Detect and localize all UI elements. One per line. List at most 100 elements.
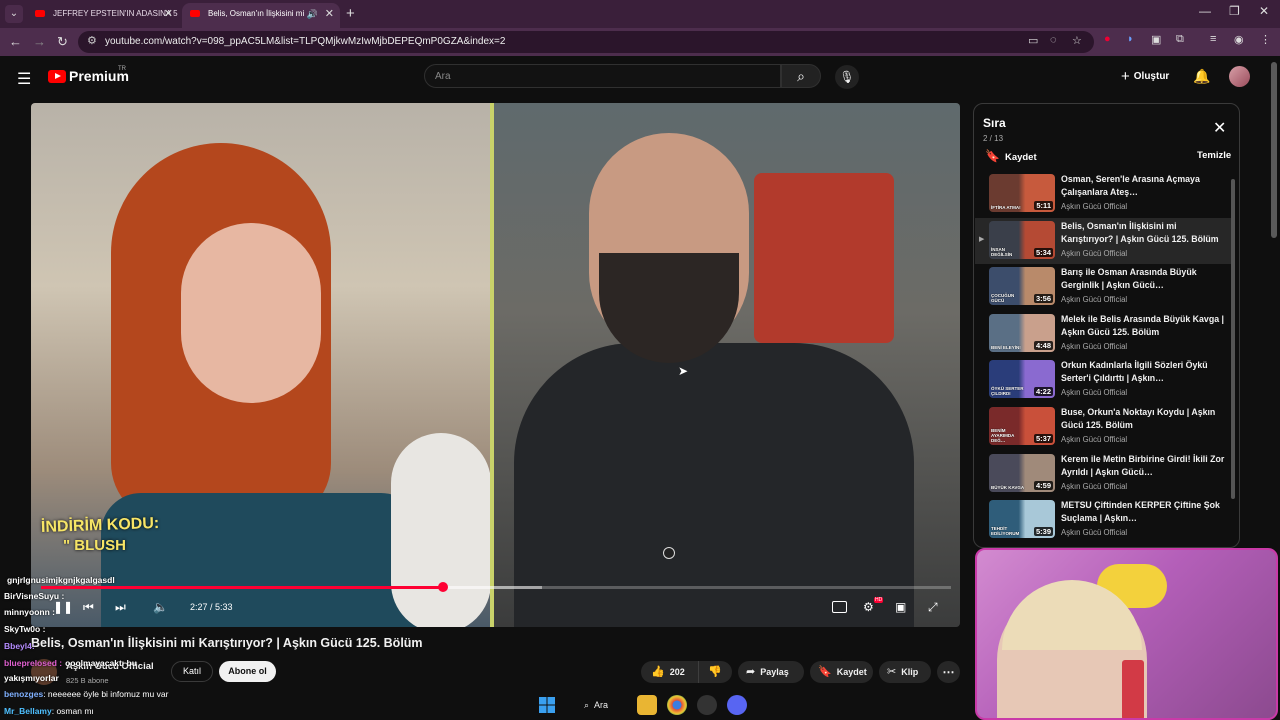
profile-avatar-icon[interactable]: ◉ [1234,33,1244,46]
site-info-icon[interactable]: ⚙ [87,34,97,47]
notifications-bell-icon[interactable]: 🔔 [1193,68,1210,85]
dislike-button[interactable]: 👎 [698,661,732,683]
browser-menu-icon[interactable]: ⋮ [1260,33,1271,46]
queue-thumbnail[interactable]: 4:22 ÖYKÜ SERTER ÇILDIRDI [989,360,1055,399]
like-button[interactable]: 👍 202 [641,661,698,683]
browser-tab-1[interactable]: JEFFREY EPSTEIN'IN ADASINA 5 ✕ [27,3,179,28]
queue-item[interactable]: 4:48 BENİ ELEYİN! Melek ile Belis Arasında… [975,311,1231,357]
close-window-icon[interactable]: ✕ [1259,4,1269,18]
settings-gear-icon[interactable]: ⚙ [863,600,874,614]
queue-item[interactable]: 5:39 TEHDİT EDİLİYORUM METSU Çiftinden KER… [975,497,1231,543]
queue-item-title[interactable]: Kerem ile Metin Birbirine Girdi! İkili Z… [1061,453,1231,479]
search-input[interactable]: Ara [424,64,781,88]
share-button[interactable]: ➦ Paylaş [738,661,804,683]
join-button[interactable]: Katıl [171,661,213,682]
queue-thumbnail[interactable]: 5:11 İFTİRA ATMA! [989,174,1055,212]
subscribe-button[interactable]: Abone ol [219,661,276,682]
queue-item-channel[interactable]: Aşkın Gücü Official [1061,388,1127,397]
queue-item[interactable]: 3:56 ÇOCUĞUN GÜCÜ Barış ile Osman Arasında… [975,264,1231,310]
queue-item[interactable]: 4:59 BÜYÜK KAVGA Kerem ile Metin Birbirine… [975,451,1231,497]
address-bar[interactable]: ⚙ youtube.com/watch?v=098_ppAC5LM&list=T… [78,31,1094,53]
clip-button[interactable]: ✂ Klip [879,661,931,683]
cast-icon[interactable]: ▭ [1028,34,1038,47]
progress-bar[interactable] [41,582,951,592]
tab-search-button[interactable]: ⌄ [5,5,23,23]
queue-item-title[interactable]: Osman, Seren'le Arasına Açmaya Çalışanla… [1061,173,1231,199]
browser-toolbar: ← → ↻ ⚙ youtube.com/watch?v=098_ppAC5LM&… [0,28,1280,56]
app-icon[interactable] [697,695,717,715]
queue-item-channel[interactable]: Aşkın Gücü Official [1061,249,1127,258]
queue-item-channel[interactable]: Aşkın Gücü Official [1061,342,1127,351]
queue-clear-button[interactable]: Temizle [1197,150,1231,161]
url-text[interactable]: youtube.com/watch?v=098_ppAC5LM&list=TLP… [105,36,505,47]
volume-icon[interactable]: 🔈 [153,600,168,614]
queue-scrollbar[interactable] [1231,179,1235,499]
speaker-icon[interactable]: 🔊 [307,3,318,25]
restore-icon[interactable]: ❐ [1229,4,1240,18]
bookmark-star-icon[interactable]: ☆ [1072,34,1082,47]
extension-icon[interactable]: ◗ [1127,33,1134,45]
windows-start-icon[interactable] [537,695,557,715]
queue-item-channel[interactable]: Aşkın Gücü Official [1061,202,1127,211]
back-icon[interactable]: ← [9,34,22,49]
queue-thumbnail[interactable]: 5:39 TEHDİT EDİLİYORUM [989,500,1055,539]
youtube-logo-icon[interactable] [48,70,66,83]
progress-scrubber[interactable] [437,582,448,592]
account-avatar[interactable] [1229,66,1250,87]
file-explorer-icon[interactable] [637,695,657,715]
media-controls-icon[interactable]: ≡ [1210,33,1216,45]
menu-icon[interactable]: ☰ [17,69,31,89]
previous-icon[interactable]: ⏮ [83,600,94,615]
video-scene-shape [754,173,894,343]
extension-icon[interactable]: ▣ [1151,33,1161,46]
chrome-icon[interactable] [667,695,687,715]
forward-icon[interactable]: → [33,34,46,49]
chat-message: Mr_Bellamy: osman mı [4,706,94,716]
next-icon[interactable]: ⏭ [115,600,126,615]
queue-item-title[interactable]: Orkun Kadınlarla İlgili Sözleri Öykü Ser… [1061,359,1231,385]
queue-item[interactable]: ▶ 5:34 İNSAN DEĞİLSİN Belis, Osman'ın İlişk… [975,217,1231,264]
queue-item-title[interactable]: METSU Çiftinden KERPER Çiftine Şok Suçla… [1061,499,1231,525]
search-button[interactable]: ⌕ [781,64,821,88]
queue-item-title[interactable]: Melek ile Belis Arasında Büyük Kavga | A… [1061,313,1231,339]
queue-item[interactable]: 5:37 BENİM AYARIMDA DEĞ… Buse, Orkun'a Nok… [975,404,1231,450]
extensions-puzzle-icon[interactable]: ⧉ [1176,33,1184,46]
queue-thumbnail[interactable]: 3:56 ÇOCUĞUN GÜCÜ [989,267,1055,306]
queue-item[interactable]: 5:11 İFTİRA ATMA! Osman, Seren'le Arasına … [975,171,1231,217]
queue-item-title[interactable]: Belis, Osman'ın İlişkisini mi Karıştırıy… [1061,220,1231,246]
taskbar-search[interactable]: ⌕ Ara [579,695,627,715]
close-tab-icon[interactable]: ✕ [325,3,334,25]
queue-item-title[interactable]: Buse, Orkun'a Noktayı Koydu | Aşkın Gücü… [1061,406,1231,432]
eye-off-icon[interactable]: ◌ [1050,34,1057,46]
create-button[interactable]: + Oluştur [1121,68,1169,85]
close-icon[interactable]: ✕ [1213,118,1226,138]
reload-icon[interactable]: ↻ [57,34,68,50]
discord-icon[interactable] [727,695,747,715]
drink-cup [1122,660,1144,718]
queue-thumbnail[interactable]: 4:48 BENİ ELEYİN! [989,313,1055,352]
queue-item-channel[interactable]: Aşkın Gücü Official [1061,482,1127,491]
queue-item[interactable]: 4:22 ÖYKÜ SERTER ÇILDIRDI Orkun Kadınlarla… [975,357,1231,403]
close-tab-icon[interactable]: ✕ [164,3,173,25]
voice-search-button[interactable]: 🎙 [835,65,859,89]
queue-save-button[interactable]: 🔖 Kaydet [985,149,1037,163]
queue-item-title[interactable]: Barış ile Osman Arasında Büyük Gerginlik… [1061,266,1231,292]
save-button[interactable]: 🔖 Kaydet [810,661,873,683]
captions-icon[interactable] [832,601,847,613]
queue-item-channel[interactable]: Aşkın Gücü Official [1061,528,1127,537]
queue-item-channel[interactable]: Aşkın Gücü Official [1061,295,1127,304]
queue-thumbnail[interactable]: 4:59 BÜYÜK KAVGA [989,453,1055,492]
fullscreen-icon[interactable]: ⤢ [928,600,938,615]
page-scrollbar[interactable] [1271,62,1277,238]
queue-thumbnail[interactable]: 5:34 İNSAN DEĞİLSİN [989,220,1055,259]
video-player[interactable]: İNDİRİM KODU: " BLUSH ❚❚ ⏮ ⏭ 🔈 2:27 / 5:… [31,103,960,627]
thumbnail-caption: BÜYÜK KAVGA [991,484,1025,490]
minimize-icon[interactable]: — [1199,4,1211,18]
queue-item-channel[interactable]: Aşkın Gücü Official [1061,435,1127,444]
queue-thumbnail[interactable]: 5:37 BENİM AYARIMDA DEĞ… [989,407,1055,445]
extension-icon[interactable]: ● [1104,33,1111,45]
browser-tab-2[interactable]: Belis, Osman'ın İlişkisini mi 🔊 ✕ [182,3,340,28]
miniplayer-icon[interactable]: ▣ [895,600,906,614]
more-actions-button[interactable]: ⋯ [937,661,960,683]
new-tab-button[interactable]: + [346,5,355,22]
